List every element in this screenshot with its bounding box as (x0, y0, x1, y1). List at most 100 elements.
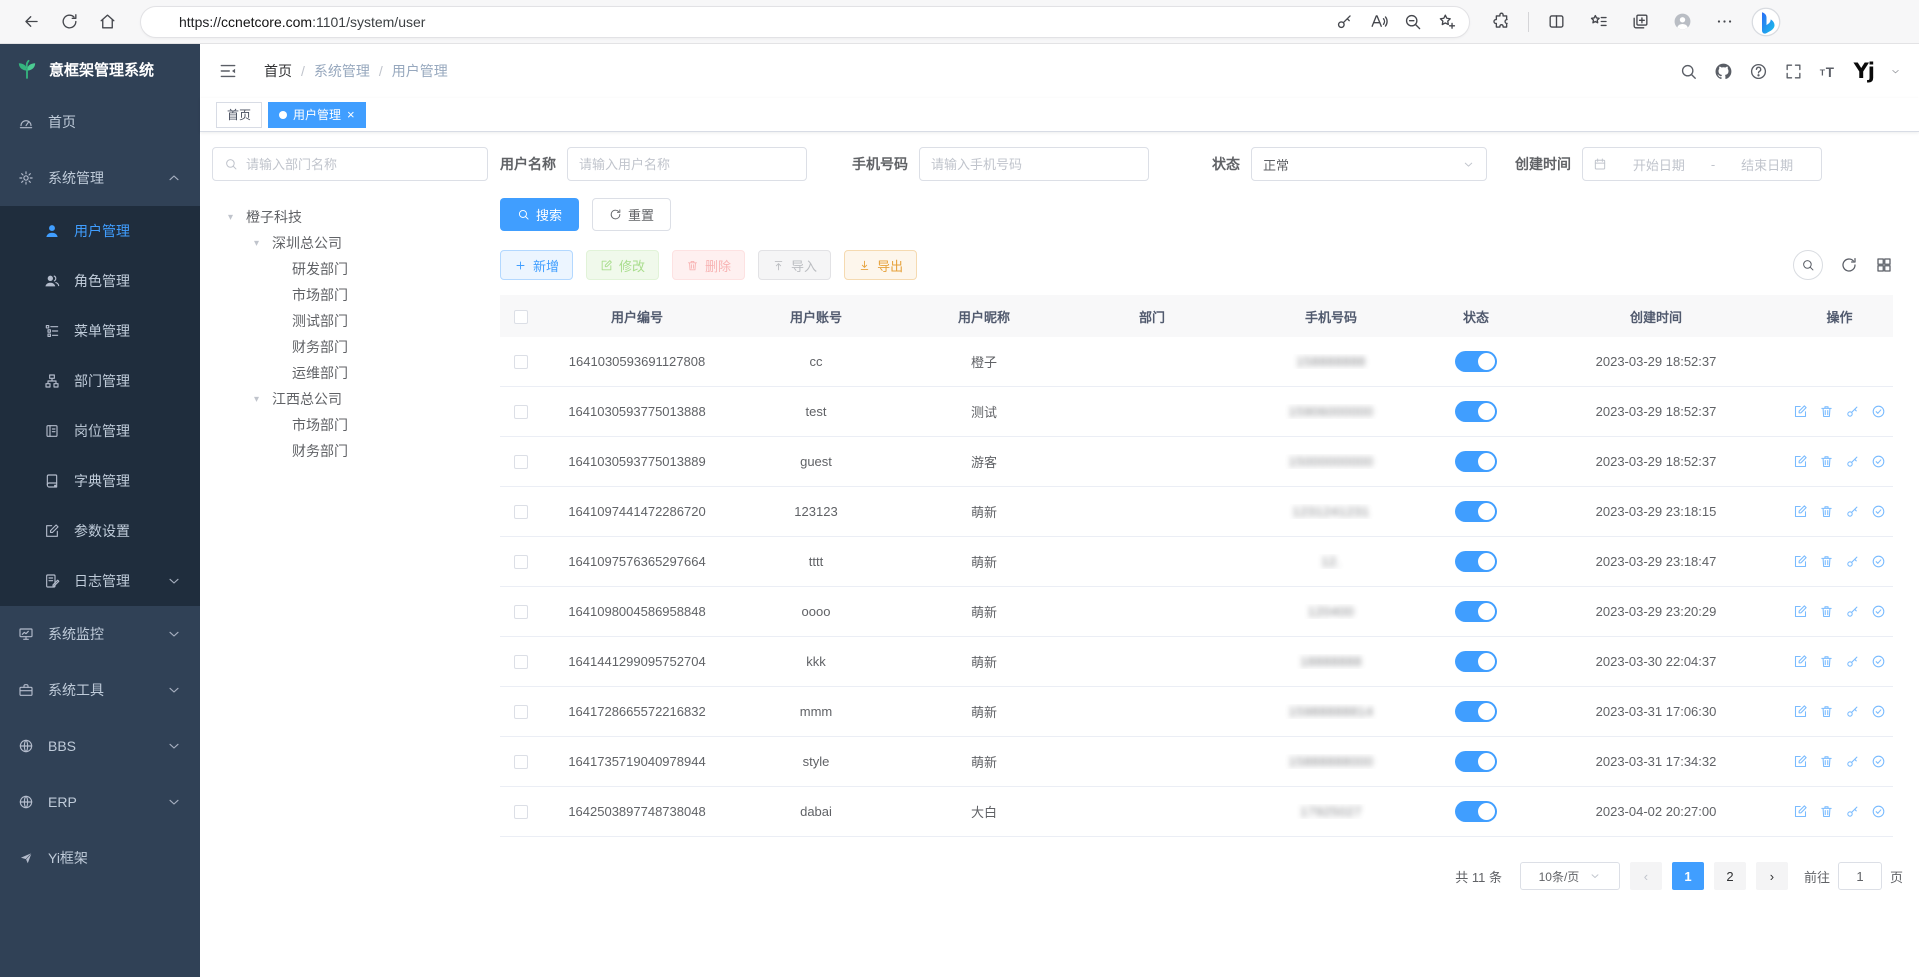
refresh-table-button[interactable] (1840, 256, 1858, 274)
lock-icon[interactable] (153, 14, 169, 30)
search-button[interactable]: 搜索 (500, 198, 579, 231)
modify-button[interactable]: 修改 (586, 250, 659, 280)
edit-square-icon[interactable] (1793, 754, 1808, 769)
breadcrumb-item[interactable]: 首页 (264, 61, 292, 81)
tree-node[interactable]: 市场部门 (214, 282, 496, 308)
trash-icon[interactable] (1819, 704, 1834, 719)
sidebar-item-menu[interactable]: 菜单管理 (0, 306, 200, 356)
edit-square-icon[interactable] (1793, 554, 1808, 569)
edit-square-icon[interactable] (1793, 454, 1808, 469)
trash-icon[interactable] (1819, 504, 1834, 519)
user-avatar-logo[interactable]: Yj (1854, 59, 1874, 83)
tree-node[interactable]: ▾江西总公司 (214, 386, 496, 412)
trash-icon[interactable] (1819, 454, 1834, 469)
edit-square-icon[interactable] (1793, 654, 1808, 669)
row-checkbox[interactable] (514, 755, 528, 769)
sidebar-item-dict[interactable]: 字典管理 (0, 456, 200, 506)
column-header[interactable]: 创建时间 (1526, 307, 1786, 326)
username-input[interactable] (579, 157, 795, 172)
check-circle-icon[interactable] (1871, 754, 1886, 769)
read-aloud-icon[interactable] (1361, 7, 1395, 37)
column-header[interactable]: 用户账号 (732, 307, 900, 326)
status-toggle[interactable] (1455, 451, 1497, 472)
page-button-2[interactable]: 2 (1714, 862, 1746, 890)
key-icon[interactable] (1845, 554, 1860, 569)
check-circle-icon[interactable] (1871, 804, 1886, 819)
key-icon[interactable] (1845, 404, 1860, 419)
status-toggle[interactable] (1455, 651, 1497, 672)
sidebar-item-monitor[interactable]: 系统监控 (0, 606, 200, 662)
key-icon[interactable] (1845, 454, 1860, 469)
sidebar-item-erp[interactable]: ERP (0, 774, 200, 830)
breadcrumb-item[interactable]: 系统管理 (314, 61, 370, 81)
check-circle-icon[interactable] (1871, 704, 1886, 719)
trash-icon[interactable] (1819, 654, 1834, 669)
sidebar-item-dept[interactable]: 部门管理 (0, 356, 200, 406)
tree-node[interactable]: ▾深圳总公司 (214, 230, 496, 256)
tree-node[interactable]: ▾橙子科技 (214, 204, 496, 230)
favorites-bar-icon[interactable] (1577, 5, 1619, 39)
copilot-icon[interactable] (1745, 5, 1787, 39)
extensions-icon[interactable] (1480, 5, 1522, 39)
check-circle-icon[interactable] (1871, 504, 1886, 519)
add-button[interactable]: 新增 (500, 250, 573, 280)
date-range-picker[interactable]: 开始日期 - 结束日期 (1582, 147, 1822, 181)
sidebar-item-system[interactable]: 系统管理 (0, 150, 200, 206)
tree-node[interactable]: 财务部门 (214, 334, 496, 360)
status-toggle[interactable] (1455, 351, 1497, 372)
zoom-out-icon[interactable] (1395, 7, 1429, 37)
key-icon[interactable] (1845, 704, 1860, 719)
end-date-placeholder[interactable]: 结束日期 (1723, 155, 1811, 174)
toggle-search-button[interactable] (1793, 250, 1823, 280)
tree-node[interactable]: 研发部门 (214, 256, 496, 282)
status-toggle[interactable] (1455, 501, 1497, 522)
check-circle-icon[interactable] (1871, 454, 1886, 469)
back-icon[interactable] (12, 5, 50, 39)
trash-icon[interactable] (1819, 404, 1834, 419)
row-checkbox[interactable] (514, 505, 528, 519)
row-checkbox[interactable] (514, 355, 528, 369)
tab-home[interactable]: 首页 (216, 102, 262, 128)
prev-page-button[interactable]: ‹ (1630, 862, 1662, 890)
sidebar-item-tool[interactable]: 系统工具 (0, 662, 200, 718)
import-button[interactable]: 导入 (758, 250, 831, 280)
app-logo[interactable]: 意框架管理系统 (0, 44, 200, 94)
status-toggle[interactable] (1455, 701, 1497, 722)
tree-node[interactable]: 运维部门 (214, 360, 496, 386)
address-bar[interactable]: https://ccnetcore.com:1101/system/user (140, 6, 1470, 38)
sidebar-item-config[interactable]: 参数设置 (0, 506, 200, 556)
sidebar-item-post[interactable]: 岗位管理 (0, 406, 200, 456)
column-header[interactable]: 部门 (1068, 307, 1236, 326)
phone-input[interactable] (931, 157, 1137, 172)
home-icon[interactable] (88, 5, 126, 39)
export-button[interactable]: 导出 (844, 250, 917, 280)
row-checkbox[interactable] (514, 705, 528, 719)
status-select[interactable]: 正常 (1251, 147, 1487, 181)
status-toggle[interactable] (1455, 751, 1497, 772)
dept-search-input[interactable] (246, 157, 476, 172)
key-icon[interactable] (1845, 654, 1860, 669)
status-toggle[interactable] (1455, 801, 1497, 822)
trash-icon[interactable] (1819, 604, 1834, 619)
row-checkbox[interactable] (514, 455, 528, 469)
tree-node[interactable]: 测试部门 (214, 308, 496, 334)
close-icon[interactable]: × (347, 108, 355, 121)
tab-user[interactable]: 用户管理× (268, 102, 366, 128)
check-circle-icon[interactable] (1871, 604, 1886, 619)
key-icon[interactable] (1845, 504, 1860, 519)
favorite-add-icon[interactable] (1429, 7, 1463, 37)
row-checkbox[interactable] (514, 555, 528, 569)
chevron-down-icon[interactable] (1890, 66, 1901, 77)
column-header[interactable]: 用户昵称 (900, 307, 1068, 326)
fullscreen-icon[interactable] (1784, 62, 1803, 81)
trash-icon[interactable] (1819, 754, 1834, 769)
edit-square-icon[interactable] (1793, 404, 1808, 419)
start-date-placeholder[interactable]: 开始日期 (1615, 155, 1703, 174)
row-checkbox[interactable] (514, 655, 528, 669)
sidebar-item-role[interactable]: 角色管理 (0, 256, 200, 306)
breadcrumb-item[interactable]: 用户管理 (392, 61, 448, 81)
status-toggle[interactable] (1455, 401, 1497, 422)
url-text[interactable]: https://ccnetcore.com:1101/system/user (179, 14, 425, 30)
row-checkbox[interactable] (514, 805, 528, 819)
github-icon[interactable] (1714, 62, 1733, 81)
